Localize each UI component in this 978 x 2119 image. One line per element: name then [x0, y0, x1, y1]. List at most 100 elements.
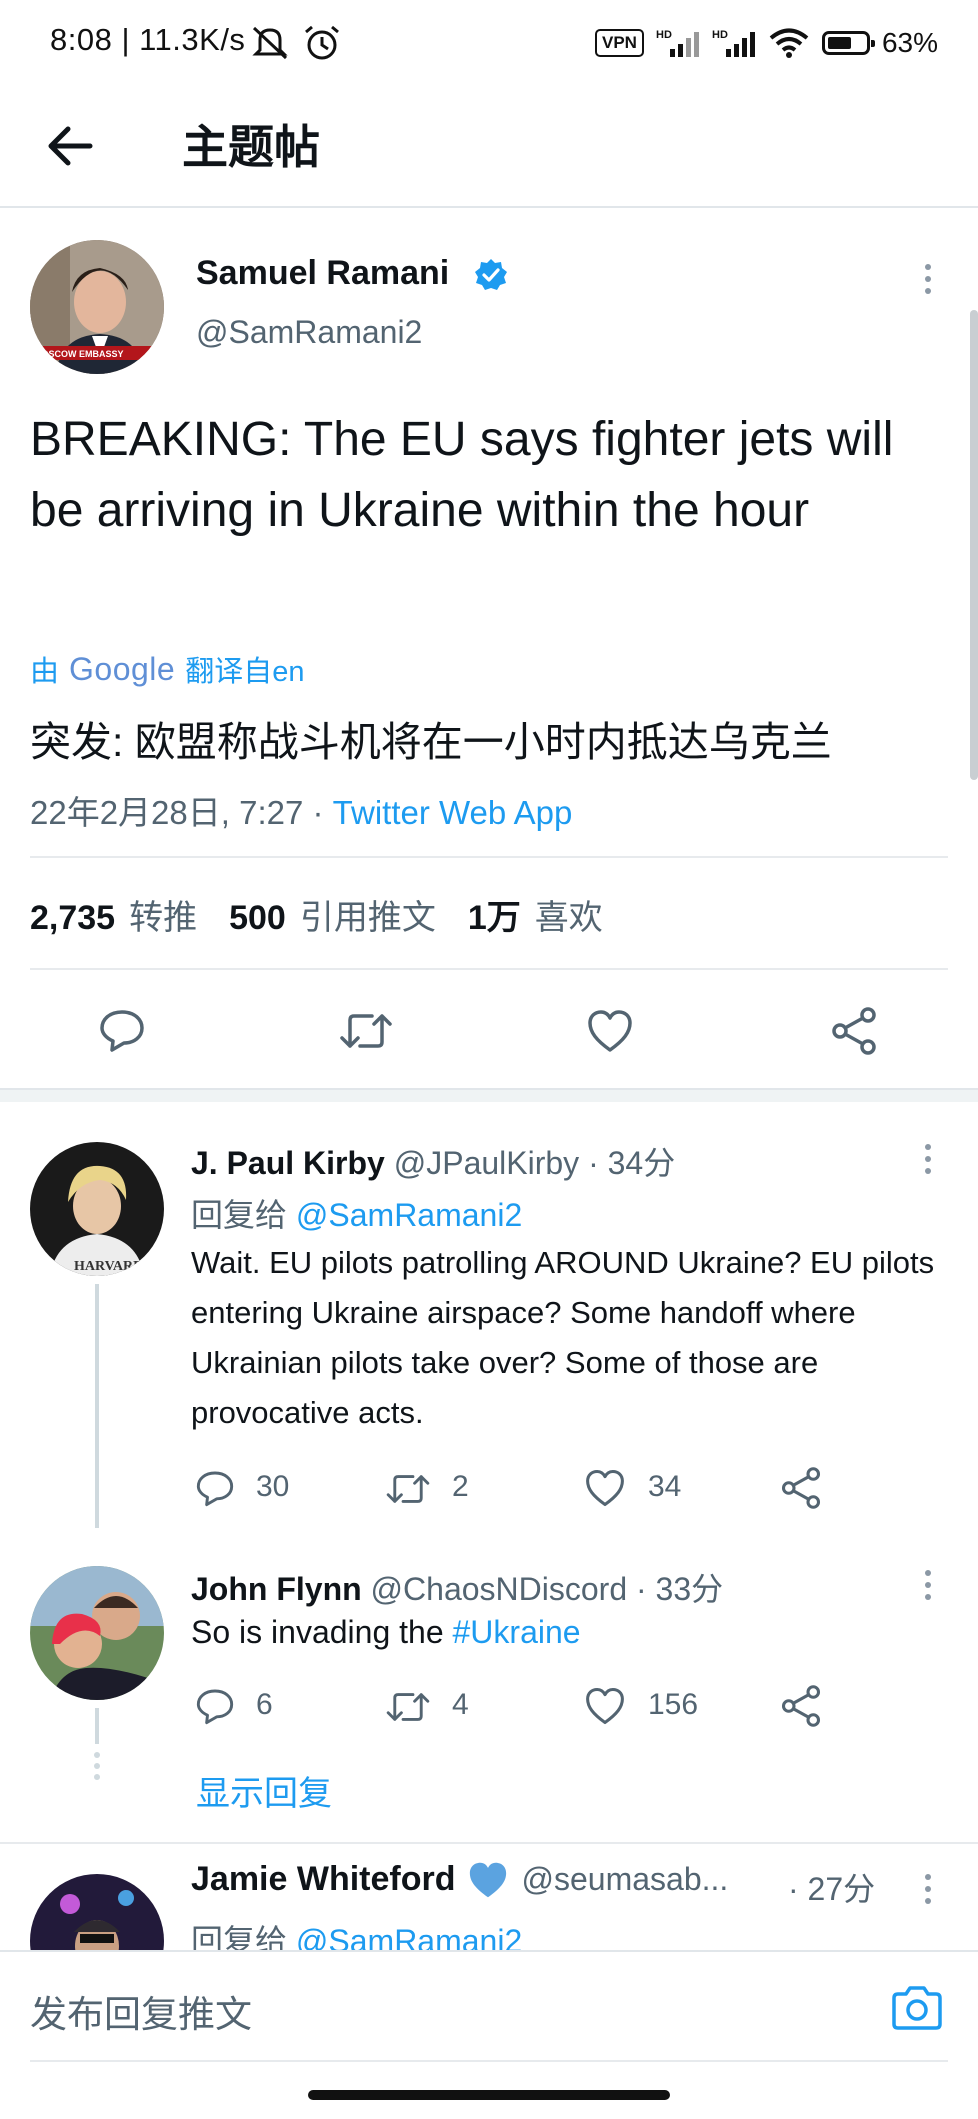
reply-avatar[interactable] [30, 1874, 164, 1950]
tweet-source[interactable]: Twitter Web App [333, 794, 573, 831]
reply-action-row: 6 4 156 [194, 1682, 834, 1730]
svg-text:HARVARD: HARVARD [74, 1259, 143, 1274]
replying-to-label: 回复给 [191, 1197, 288, 1233]
more-options-icon[interactable] [923, 1144, 933, 1174]
reply-compose-bar[interactable]: 发布回复推文 [0, 1950, 978, 2062]
reply-author-name[interactable]: Jamie Whiteford [191, 1860, 455, 1899]
share-icon[interactable] [780, 1466, 822, 1510]
reply-tweet[interactable]: Jamie Whiteford @seumasab... · 27分 回复给 @… [0, 1844, 978, 1950]
translation-attribution[interactable]: 由 Google 翻译自en [30, 648, 304, 690]
quote-label[interactable]: 引用推文 [300, 890, 436, 939]
thread-line [95, 1284, 99, 1528]
thread-line [95, 1708, 99, 1744]
reply-header: Jamie Whiteford @seumasab... [191, 1860, 728, 1899]
tweet-text: BREAKING: The EU says fighter jets will … [30, 413, 894, 537]
reply-author-name[interactable]: John Flynn [191, 1571, 362, 1607]
camera-icon[interactable] [890, 1984, 944, 2032]
alarm-icon [305, 25, 339, 60]
avatar-image [30, 1566, 164, 1700]
author-avatar[interactable]: MOSCOW EMBASSY [30, 240, 164, 374]
home-indicator[interactable] [308, 2090, 670, 2100]
status-time: 8:08 | 11.3K/s [50, 22, 246, 57]
page-title: 主题帖 [182, 121, 320, 173]
blue-heart-icon [470, 1862, 507, 1897]
tweet-stats: 2,735 转推 500 引用推文 1万 喜欢 [30, 890, 603, 939]
reply-tweet[interactable]: John Flynn @ChaosNDiscord · 33分 So is in… [0, 1540, 978, 1840]
back-arrow-icon[interactable] [40, 116, 100, 176]
reply-author-handle[interactable]: @JPaulKirby · 34分 [394, 1145, 675, 1181]
more-options-icon[interactable] [923, 1570, 933, 1600]
more-options-icon[interactable] [923, 1874, 933, 1904]
reply-text-body: So is invading the [191, 1614, 453, 1650]
retweet-label[interactable]: 转推 [129, 890, 197, 939]
status-bar: 8:08 | 11.3K/s VPN HD HD 63% [0, 0, 978, 86]
replying-to: 回复给 @SamRamani2 [191, 1916, 522, 1950]
avatar-image: MOSCOW EMBASSY [30, 240, 164, 374]
like-count: 156 [648, 1688, 699, 1721]
reply-author-handle[interactable]: @seumasab... [521, 1861, 728, 1898]
reply-author-name[interactable]: J. Paul Kirby [191, 1145, 385, 1181]
like-icon[interactable] [586, 1008, 634, 1054]
battery-percent: 63% [881, 27, 938, 58]
show-replies-link[interactable]: 显示回复 [196, 1766, 332, 1815]
divider [30, 968, 948, 970]
reply-time: · 27分 [788, 1871, 876, 1907]
reply-icon[interactable] [194, 1686, 236, 1726]
replying-to: 回复给 @SamRamani2 [191, 1190, 522, 1236]
status-right: VPN HD HD 63% [594, 22, 938, 64]
main-tweet: MOSCOW EMBASSY Samuel Ramani @SamRamani2… [0, 208, 978, 1090]
retweet-icon[interactable] [384, 1470, 432, 1508]
share-icon[interactable] [780, 1684, 822, 1728]
replying-to-handle[interactable]: @SamRamani2 [296, 1197, 522, 1233]
mute-icon [252, 26, 288, 60]
translate-prefix: 由 [30, 656, 60, 688]
translate-suffix: 翻译自en [185, 656, 305, 688]
author-name[interactable]: Samuel Ramani [196, 254, 449, 293]
retweet-count: 4 [452, 1688, 469, 1721]
reply-count: 30 [256, 1470, 290, 1503]
retweet-icon[interactable] [384, 1688, 432, 1726]
battery-icon [821, 31, 875, 55]
retweet-count: 2 [452, 1470, 469, 1503]
like-count[interactable]: 1万 [468, 890, 521, 939]
reply-avatar[interactable] [30, 1566, 164, 1700]
reply-input[interactable]: 发布回复推文 [30, 1984, 252, 2038]
wifi-icon [769, 28, 809, 58]
signal-hd-icon: HD [656, 29, 699, 57]
signal-hd-icon-2: HD [712, 29, 755, 57]
retweet-count[interactable]: 2,735 [30, 899, 115, 938]
svg-text:MOSCOW EMBASSY: MOSCOW EMBASSY [34, 349, 124, 359]
like-label[interactable]: 喜欢 [535, 890, 603, 939]
reply-text: Wait. EU pilots patrolling AROUND Ukrain… [191, 1245, 935, 1430]
top-app-bar: 主题帖 [0, 86, 978, 208]
like-count: 34 [648, 1470, 682, 1503]
verified-badge-icon [475, 259, 507, 290]
author-handle[interactable]: @SamRamani2 [196, 314, 422, 351]
reply-action-row: 30 2 34 [194, 1464, 834, 1512]
tweet-timestamp[interactable]: 22年2月28日, 7:27 · [30, 794, 333, 831]
reply-header: J. Paul Kirby @JPaulKirby · 34分 [191, 1138, 675, 1184]
google-logo: Google [69, 650, 176, 687]
translated-text: 突发: 欧盟称战斗机将在一小时内抵达乌克兰 [30, 719, 832, 765]
vpn-badge: VPN [594, 29, 644, 57]
divider [30, 856, 948, 858]
thread-dots [94, 1752, 100, 1780]
svg-text:HD: HD [656, 29, 672, 41]
reply-author-handle[interactable]: @ChaosNDiscord · 33分 [371, 1571, 724, 1607]
avatar-image: HARVARD [30, 1142, 164, 1276]
reply-icon[interactable] [98, 1006, 146, 1054]
share-icon[interactable] [830, 1006, 878, 1056]
replying-to-label: 回复给 [191, 1923, 288, 1950]
svg-text:HD: HD [712, 29, 728, 41]
hashtag-link[interactable]: #Ukraine [453, 1614, 581, 1650]
quote-count[interactable]: 500 [229, 899, 286, 938]
like-icon[interactable] [584, 1686, 626, 1726]
retweet-icon[interactable] [338, 1008, 394, 1054]
reply-icon[interactable] [194, 1468, 236, 1508]
reply-avatar[interactable]: HARVARD [30, 1142, 164, 1276]
avatar-image [30, 1874, 164, 1950]
reply-tweet[interactable]: HARVARD J. Paul Kirby @JPaulKirby · 34分 … [0, 1100, 978, 1540]
replying-to-handle[interactable]: @SamRamani2 [296, 1923, 522, 1950]
like-icon[interactable] [584, 1468, 626, 1508]
more-options-icon[interactable] [923, 264, 933, 294]
